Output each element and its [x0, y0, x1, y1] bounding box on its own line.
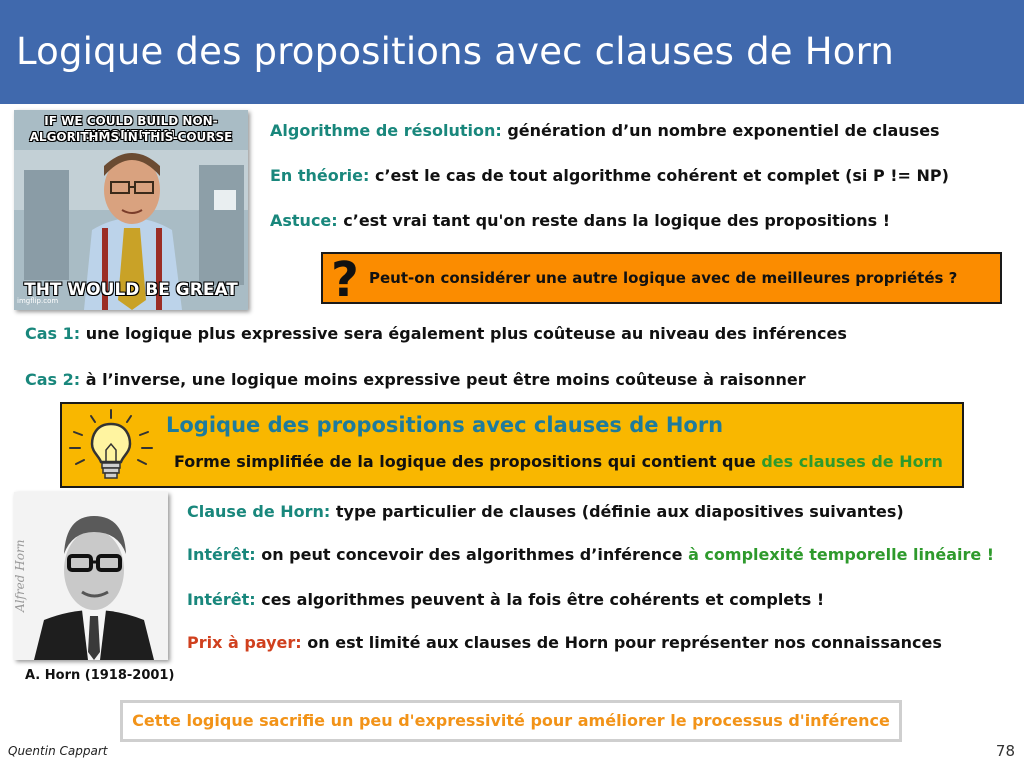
point-label: Clause de Horn: [187, 502, 331, 521]
footer-author: Quentin Cappart [8, 744, 108, 758]
point-text: on est limité aux clauses de Horn pour r… [301, 633, 942, 652]
meme-top-text-2: ALGORITHMS IN THIS COURSE [29, 130, 233, 144]
intro-text: c’est vrai tant qu'on reste dans la logi… [337, 211, 891, 230]
point-text: type particulier de clauses (définie aux… [330, 502, 904, 521]
point-label: Intérêt: [187, 545, 256, 564]
intro-label: En théorie: [270, 166, 370, 185]
intro-line-2: En théorie: c’est le cas de tout algorit… [270, 166, 949, 186]
conclusion-text: Cette logique sacrifie un peu d'expressi… [132, 711, 890, 730]
slide-title: Logique des propositions avec clauses de… [16, 30, 894, 73]
case-label: Cas 1: [25, 324, 81, 343]
intro-line-3: Astuce: c’est vrai tant qu'on reste dans… [270, 211, 890, 231]
point-label: Intérêt: [187, 590, 256, 609]
intro-text: c’est le cas de tout algorithme cohérent… [369, 166, 949, 185]
idea-box: Logique des propositions avec clauses de… [60, 402, 964, 488]
case-line-2: Cas 2: à l’inverse, une logique moins ex… [25, 370, 806, 390]
point-text: ces algorithmes peuvent à la fois être c… [255, 590, 825, 609]
case-text: une logique plus expressive sera égaleme… [80, 324, 847, 343]
horn-point-1: Clause de Horn: type particulier de clau… [187, 502, 904, 522]
intro-label: Astuce: [270, 211, 338, 230]
horn-point-4: Prix à payer: on est limité aux clauses … [187, 633, 942, 653]
meme-image: IF WE COULD BUILD NON-EXPONENTIAL ALGORI… [14, 110, 248, 310]
point-label: Prix à payer: [187, 633, 302, 652]
question-box: ? Peut-on considérer une autre logique a… [321, 252, 1002, 308]
intro-line-1: Algorithme de résolution: génération d’u… [270, 121, 940, 141]
case-line-1: Cas 1: une logique plus expressive sera … [25, 324, 847, 344]
page-number: 78 [995, 742, 1015, 760]
meme-watermark: imgflip.com [17, 297, 59, 305]
idea-text: Forme simplifiée de la logique des propo… [174, 452, 762, 471]
lightbulb-icon [69, 409, 153, 479]
question-mark-icon: ? [331, 252, 359, 308]
horn-point-3: Intérêt: ces algorithmes peuvent à la fo… [187, 590, 824, 610]
slide-header: Logique des propositions avec clauses de… [0, 0, 1024, 104]
intro-label: Algorithme de résolution: [270, 121, 502, 140]
horn-portrait-photo: Alfred Horn [14, 492, 168, 660]
idea-box-title: Logique des propositions avec clauses de… [166, 413, 724, 437]
idea-text-highlight: des clauses de Horn [761, 452, 943, 471]
photo-caption: A. Horn (1918-2001) [25, 668, 175, 683]
horn-point-2: Intérêt: on peut concevoir des algorithm… [187, 545, 994, 565]
horn-portrait: Alfred Horn [14, 492, 168, 660]
case-label: Cas 2: [25, 370, 81, 389]
intro-text: génération d’un nombre exponentiel de cl… [501, 121, 940, 140]
point-text: on peut concevoir des algorithmes d’infé… [255, 545, 689, 564]
question-text: Peut-on considérer une autre logique ave… [369, 269, 958, 287]
conclusion-box: Cette logique sacrifie un peu d'expressi… [120, 700, 902, 742]
signature-mark: Alfred Horn [14, 540, 27, 613]
case-text: à l’inverse, une logique moins expressiv… [80, 370, 806, 389]
idea-box-text: Forme simplifiée de la logique des propo… [174, 452, 943, 471]
point-highlight: à complexité temporelle linéaire ! [688, 545, 995, 564]
